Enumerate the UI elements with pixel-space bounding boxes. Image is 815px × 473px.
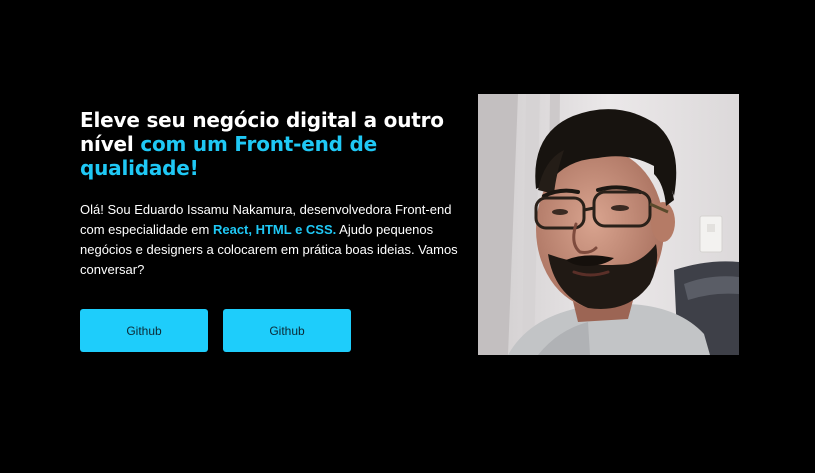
github-button[interactable]: Github: [80, 309, 208, 352]
hero-headline: Eleve seu negócio digital a outro nível …: [80, 108, 465, 180]
intro-tech-stack: React, HTML e CSS.: [212, 222, 337, 237]
hero-section: Eleve seu negócio digital a outro nível …: [80, 108, 465, 280]
hero-intro: Olá! Sou Eduardo Issamu Nakamura, desenv…: [80, 200, 465, 280]
profile-photo-illustration: [478, 94, 739, 355]
hero-buttons: Github Github: [80, 309, 352, 352]
github-button-secondary[interactable]: Github: [223, 309, 351, 352]
profile-photo: [478, 94, 739, 355]
